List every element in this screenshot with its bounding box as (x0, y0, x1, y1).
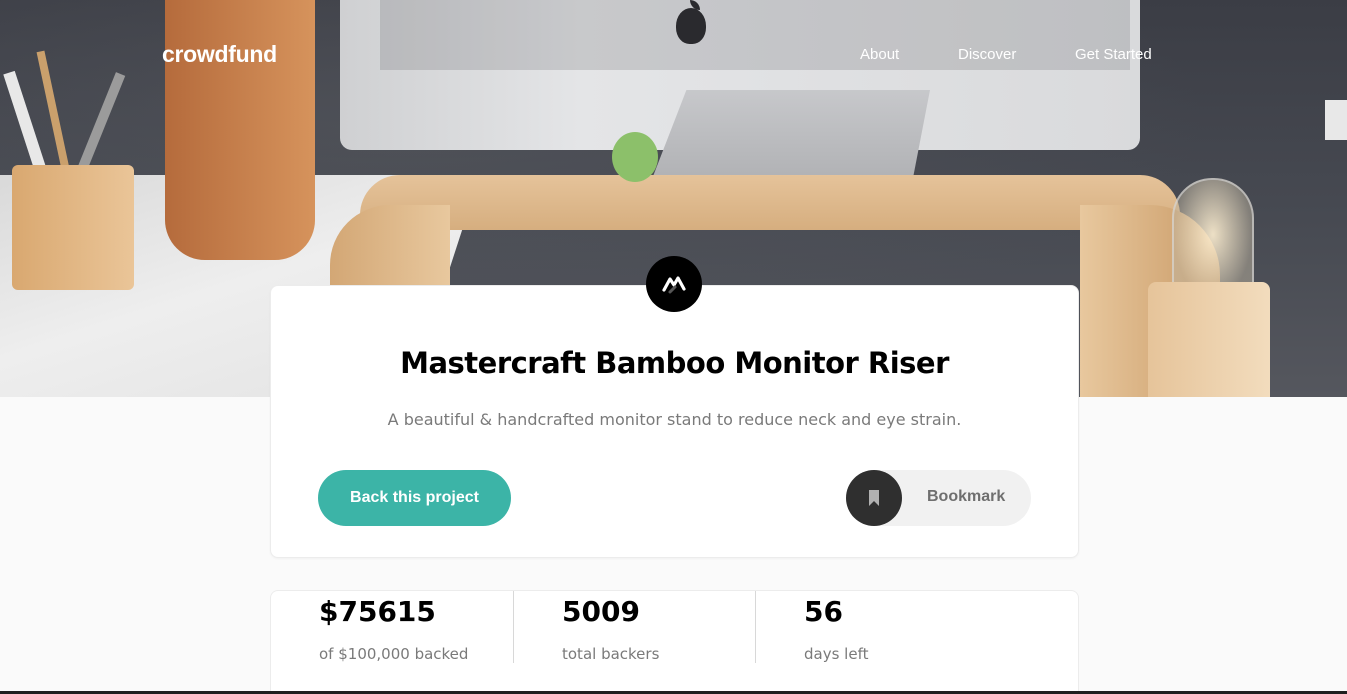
main-nav: About Discover Get Started (0, 46, 1347, 66)
stat-backed-label: of $100,000 backed (319, 645, 469, 663)
bookmark-button[interactable]: Bookmark (846, 470, 1031, 526)
stat-divider (755, 591, 756, 663)
stats-card: $75615 of $100,000 backed 5009 total bac… (270, 590, 1079, 694)
stat-days-value: 56 (804, 595, 843, 628)
mastercraft-logo-icon (646, 256, 702, 312)
project-subtitle: A beautiful & handcrafted monitor stand … (387, 410, 962, 429)
nav-discover[interactable]: Discover (958, 46, 1016, 63)
stat-backers-label: total backers (562, 645, 660, 663)
back-project-button[interactable]: Back this project (318, 470, 511, 526)
bookmark-icon (846, 470, 902, 526)
stat-backed-value: $75615 (319, 595, 436, 628)
nav-about[interactable]: About (860, 46, 899, 63)
project-title: Mastercraft Bamboo Monitor Riser (400, 346, 949, 380)
stat-divider (513, 591, 514, 663)
nav-get-started[interactable]: Get Started (1075, 46, 1152, 63)
bookmark-label: Bookmark (927, 488, 1006, 505)
stat-days-label: days left (804, 645, 869, 663)
stat-backers-value: 5009 (562, 595, 640, 628)
